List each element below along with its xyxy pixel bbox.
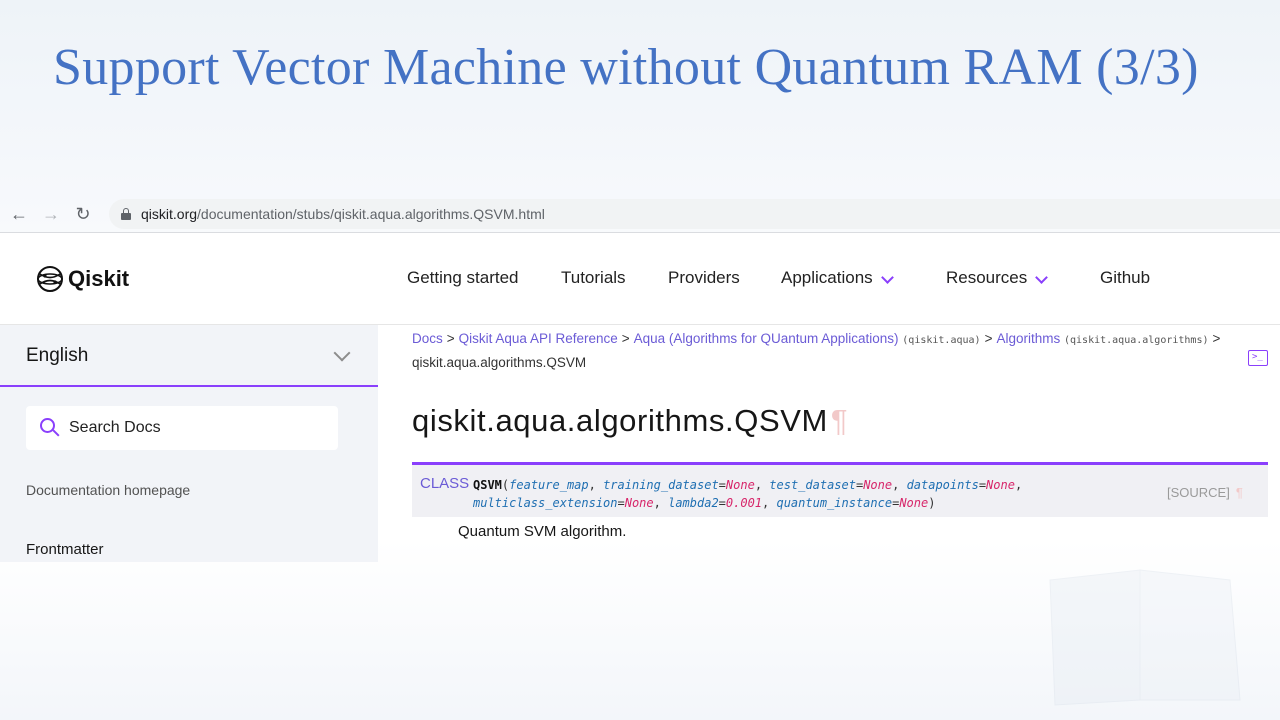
breadcrumb-separator: > (446, 331, 455, 346)
breadcrumb-aqua[interactable]: Aqua (Algorithms for QUantum Application… (634, 331, 981, 346)
nav-applications[interactable]: Applications (781, 268, 894, 288)
param-name: test_dataset (769, 478, 856, 492)
breadcrumb-separator: > (984, 331, 993, 346)
breadcrumb-aqua-api-reference[interactable]: Qiskit Aqua API Reference (459, 331, 618, 346)
chevron-down-icon (880, 271, 894, 284)
browser-toolbar: ← → ↻ qiskit.org/documentation/stubs/qis… (0, 196, 1280, 232)
nav-tutorials[interactable]: Tutorials (561, 268, 626, 288)
breadcrumb-separator: > (1212, 331, 1221, 346)
sidebar-link-frontmatter[interactable]: Frontmatter (26, 541, 104, 558)
sidebar-link-documentation-homepage[interactable]: Documentation homepage (26, 482, 190, 498)
breadcrumb-algorithms[interactable]: Algorithms (qiskit.aqua.algorithms) (996, 331, 1208, 346)
docs-sidebar: English Search Docs Documentation homepa… (0, 325, 378, 562)
class-signature: CLASS QSVM(feature_map, training_dataset… (412, 462, 1268, 517)
source-label: [SOURCE] (1167, 485, 1230, 500)
logo-text: Qiskit (68, 266, 130, 291)
breadcrumb-current: qiskit.aqua.algorithms.QSVM (412, 355, 587, 370)
class-description: Quantum SVM algorithm. (458, 523, 627, 540)
chevron-down-icon (1035, 271, 1049, 284)
param-value: None (624, 496, 654, 510)
nav-applications-label: Applications (781, 268, 873, 287)
param-value: None (725, 478, 755, 492)
lock-icon (121, 208, 131, 220)
reload-icon[interactable]: ↻ (67, 204, 99, 225)
search-placeholder: Search Docs (69, 419, 161, 436)
url-path: /documentation/stubs/qiskit.aqua.algorit… (197, 206, 545, 222)
nav-providers[interactable]: Providers (668, 268, 740, 288)
qiskit-logo-icon (37, 266, 63, 292)
site-header: Qiskit Getting started Tutorials Provide… (0, 233, 1280, 325)
param-name: quantum_instance (776, 496, 893, 510)
param-name: lambda2 (668, 496, 719, 510)
page-title: qiskit.aqua.algorithms.QSVM¶ (412, 403, 848, 439)
param-value: None (863, 478, 893, 492)
param-name: training_dataset (603, 478, 719, 492)
language-label: English (26, 345, 89, 366)
slide-title: Support Vector Machine without Quantum R… (53, 39, 1199, 96)
language-selector[interactable]: English (0, 325, 378, 387)
breadcrumb: Docs > Qiskit Aqua API Reference > Aqua (Alg… (412, 328, 1242, 374)
source-link[interactable]: [SOURCE] ¶ (1167, 485, 1243, 500)
chevron-down-icon (333, 344, 351, 362)
breadcrumb-aqua-label: Aqua (Algorithms for QUantum Application… (633, 331, 899, 346)
forward-arrow-icon[interactable]: → (35, 204, 67, 225)
terminal-icon[interactable]: >_ (1248, 350, 1268, 366)
nav-resources-label: Resources (946, 268, 1028, 287)
permalink-icon[interactable]: ¶ (831, 403, 848, 438)
nav-resources[interactable]: Resources (946, 268, 1049, 288)
param-name: datapoints (906, 478, 979, 492)
qiskit-logo[interactable]: Qiskit (36, 265, 129, 293)
breadcrumb-algorithms-label: Algorithms (996, 331, 1061, 346)
param-name: multiclass_extension (473, 496, 618, 510)
param-value: None (986, 478, 1015, 492)
address-bar[interactable]: qiskit.org/documentation/stubs/qiskit.aq… (109, 199, 1280, 229)
breadcrumb-algorithms-code: (qiskit.aqua.algorithms) (1064, 335, 1209, 346)
back-arrow-icon[interactable]: ← (3, 204, 35, 225)
breadcrumb-separator: > (621, 331, 630, 346)
book-decoration-icon (1049, 569, 1241, 706)
nav-getting-started[interactable]: Getting started (407, 268, 519, 288)
nav-github[interactable]: Github (1100, 268, 1150, 288)
signature-name: QSVM (473, 478, 502, 492)
param-value: 0.001 (725, 496, 763, 510)
search-icon (40, 418, 60, 438)
page-title-text: qiskit.aqua.algorithms.QSVM (412, 403, 828, 438)
signature-code: QSVM(feature_map, training_dataset=None,… (473, 478, 1023, 510)
breadcrumb-aqua-code: (qiskit.aqua) (902, 335, 981, 346)
param-name: feature_map (509, 478, 589, 492)
url-host: qiskit.org (141, 206, 198, 222)
breadcrumb-docs[interactable]: Docs (412, 331, 443, 346)
signature-kind: CLASS (420, 475, 470, 492)
param-value: None (899, 496, 929, 510)
permalink-icon: ¶ (1235, 485, 1243, 500)
search-input[interactable]: Search Docs (26, 406, 338, 450)
